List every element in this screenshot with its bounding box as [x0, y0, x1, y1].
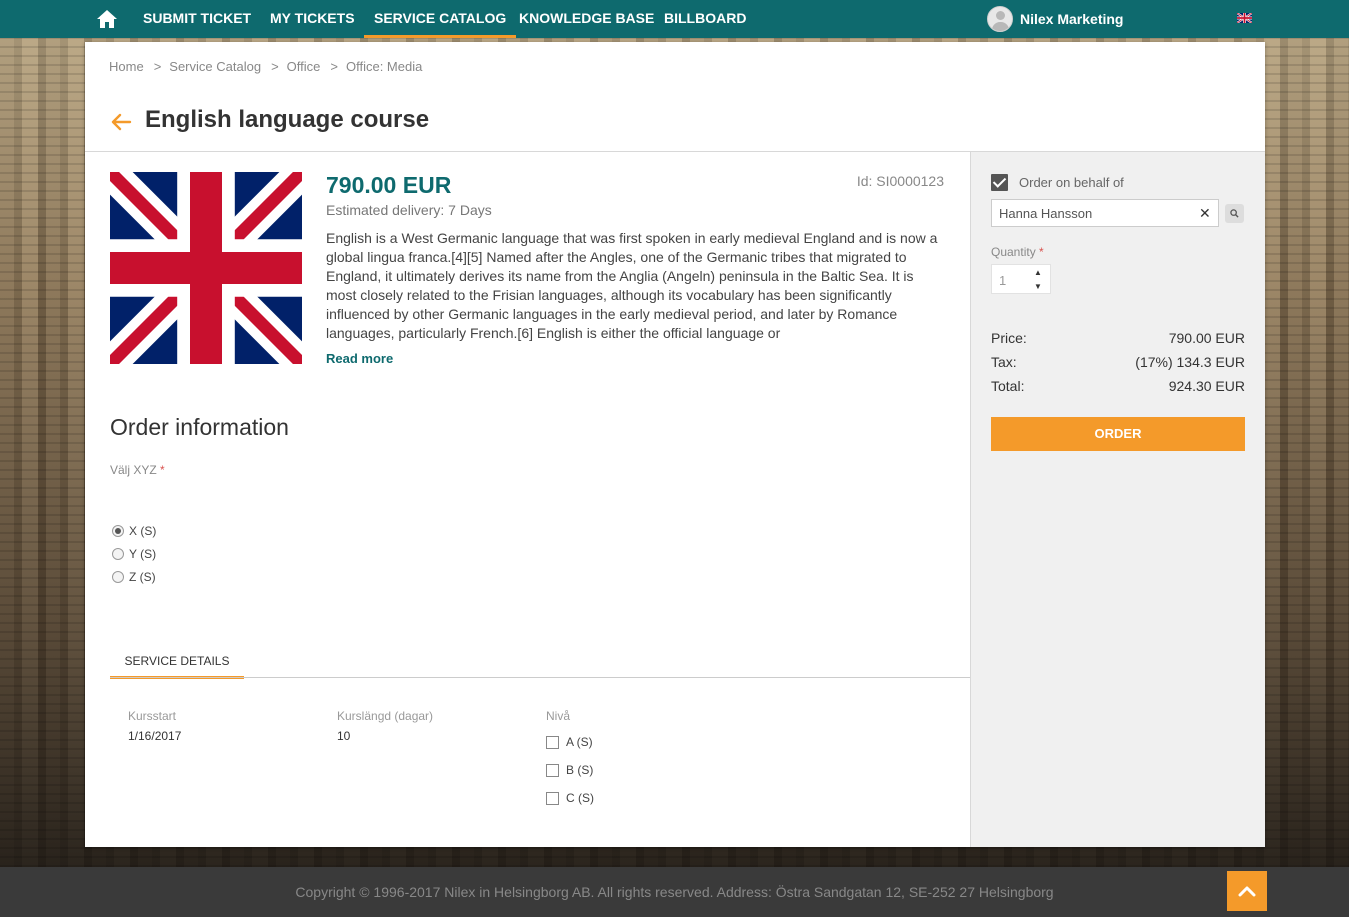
tax-value: (17%) 134.3 EUR: [1135, 354, 1245, 370]
chevron-down-icon[interactable]: ▼: [1034, 282, 1042, 291]
radio-button[interactable]: [112, 548, 124, 560]
scroll-to-top-button[interactable]: [1227, 871, 1267, 911]
radio-button[interactable]: [112, 525, 124, 537]
nav-my-tickets[interactable]: MY TICKETS: [270, 0, 355, 38]
total-row: Total: 924.30 EUR: [991, 378, 1245, 394]
tax-row: Tax: (17%) 134.3 EUR: [991, 354, 1245, 370]
required-mark: *: [160, 463, 165, 477]
price-row: Price: 790.00 EUR: [991, 330, 1245, 346]
niva-label: Nivå: [546, 709, 571, 723]
tax-label: Tax:: [991, 354, 1017, 370]
footer-copyright: Copyright © 1996-2017 Nilex in Helsingbo…: [295, 884, 1054, 900]
kursstart-label: Kursstart: [128, 709, 177, 723]
chevron-up-icon[interactable]: ▲: [1034, 268, 1042, 277]
user-menu[interactable]: Nilex Marketing: [987, 6, 1123, 32]
radio-option-x[interactable]: X (S): [112, 524, 156, 538]
chevron-right-icon: >: [330, 59, 338, 74]
on-behalf-person-input[interactable]: [991, 199, 1219, 227]
checkbox[interactable]: [546, 735, 559, 749]
chevron-right-icon: >: [153, 59, 162, 74]
estimated-delivery: Estimated delivery: 7 Days: [326, 202, 492, 218]
uk-flag-icon[interactable]: [1237, 13, 1252, 23]
back-arrow-icon[interactable]: [110, 113, 132, 131]
quantity-label-text: Quantity: [991, 245, 1036, 259]
quantity-value[interactable]: 1: [999, 273, 1006, 288]
breadcrumb-service-catalog[interactable]: Service Catalog: [169, 59, 261, 74]
checkbox[interactable]: [546, 791, 559, 805]
page-title: English language course: [145, 106, 430, 133]
breadcrumb: Home > Service Catalog > Office > Office…: [109, 59, 422, 74]
breadcrumb-home[interactable]: Home: [109, 59, 144, 74]
breadcrumb-office[interactable]: Office: [287, 59, 321, 74]
avatar: [987, 6, 1013, 32]
chevron-up-icon: [1238, 886, 1256, 897]
chevron-right-icon: >: [271, 59, 279, 74]
nav-knowledge-base[interactable]: KNOWLEDGE BASE: [519, 0, 654, 38]
tab-divider: [110, 677, 970, 678]
kursstart-value: 1/16/2017: [128, 729, 182, 743]
niva-option-b[interactable]: B (S): [546, 763, 593, 777]
search-person-button[interactable]: [1225, 204, 1244, 223]
search-icon: [1230, 209, 1239, 218]
service-price: 790.00 EUR: [326, 172, 452, 198]
user-name: Nilex Marketing: [1020, 11, 1124, 27]
order-sidebar: Order on behalf of ✕ Quantity * 1 ▲ ▼ Pr…: [970, 152, 1265, 847]
total-value: 924.30 EUR: [1168, 378, 1245, 394]
service-card: Home > Service Catalog > Office > Office…: [85, 42, 1265, 847]
order-information-heading: Order information: [110, 414, 289, 440]
niva-option-a[interactable]: A (S): [546, 735, 593, 749]
quantity-label: Quantity *: [991, 245, 1044, 259]
service-description: English is a West Germanic language that…: [326, 230, 938, 341]
read-more-link[interactable]: Read more: [326, 351, 393, 366]
service-id: Id: SI0000123: [856, 173, 944, 189]
radio-option-z[interactable]: Z (S): [112, 570, 156, 584]
quantity-stepper[interactable]: 1 ▲ ▼: [991, 264, 1051, 294]
valj-xyz-label-text: Välj XYZ: [110, 463, 157, 477]
nav-submit-ticket[interactable]: SUBMIT TICKET: [143, 0, 251, 38]
nav-billboard[interactable]: BILLBOARD: [664, 0, 746, 38]
price-label: Price:: [991, 330, 1027, 346]
checkbox-label: C (S): [566, 791, 594, 805]
price-value: 790.00 EUR: [1168, 330, 1245, 346]
valj-xyz-label: Välj XYZ *: [110, 463, 165, 477]
niva-option-c[interactable]: C (S): [546, 791, 594, 805]
nav-service-catalog[interactable]: SERVICE CATALOG: [363, 0, 517, 38]
kurslangd-value: 10: [337, 729, 351, 743]
order-button[interactable]: ORDER: [991, 417, 1245, 451]
checkbox-label: B (S): [566, 763, 594, 777]
breadcrumb-office-media[interactable]: Office: Media: [346, 59, 422, 74]
order-on-behalf-checkbox[interactable]: Order on behalf of: [991, 174, 1124, 191]
required-mark: *: [1039, 245, 1044, 259]
total-label: Total:: [991, 378, 1025, 394]
footer: Copyright © 1996-2017 Nilex in Helsingbo…: [0, 867, 1349, 917]
checkbox[interactable]: [546, 763, 559, 777]
kurslangd-label: Kurslängd (dagar): [337, 709, 434, 723]
top-navigation-bar: SUBMIT TICKET MY TICKETS SERVICE CATALOG…: [0, 0, 1349, 38]
radio-label: Y (S): [129, 547, 157, 561]
tab-service-details[interactable]: SERVICE DETAILS: [110, 649, 244, 679]
home-icon[interactable]: [95, 8, 119, 30]
service-main: 790.00 EUR Estimated delivery: 7 Days Id…: [85, 152, 970, 847]
service-image-uk-flag: [110, 172, 302, 364]
checkbox-label: A (S): [566, 735, 593, 749]
order-on-behalf-label: Order on behalf of: [1019, 175, 1124, 190]
radio-label: X (S): [129, 524, 157, 538]
radio-option-y[interactable]: Y (S): [112, 547, 156, 561]
radio-label: Z (S): [129, 570, 156, 584]
radio-button[interactable]: [112, 571, 124, 583]
checkmark-icon[interactable]: [991, 174, 1008, 191]
clear-icon[interactable]: ✕: [1199, 205, 1211, 222]
